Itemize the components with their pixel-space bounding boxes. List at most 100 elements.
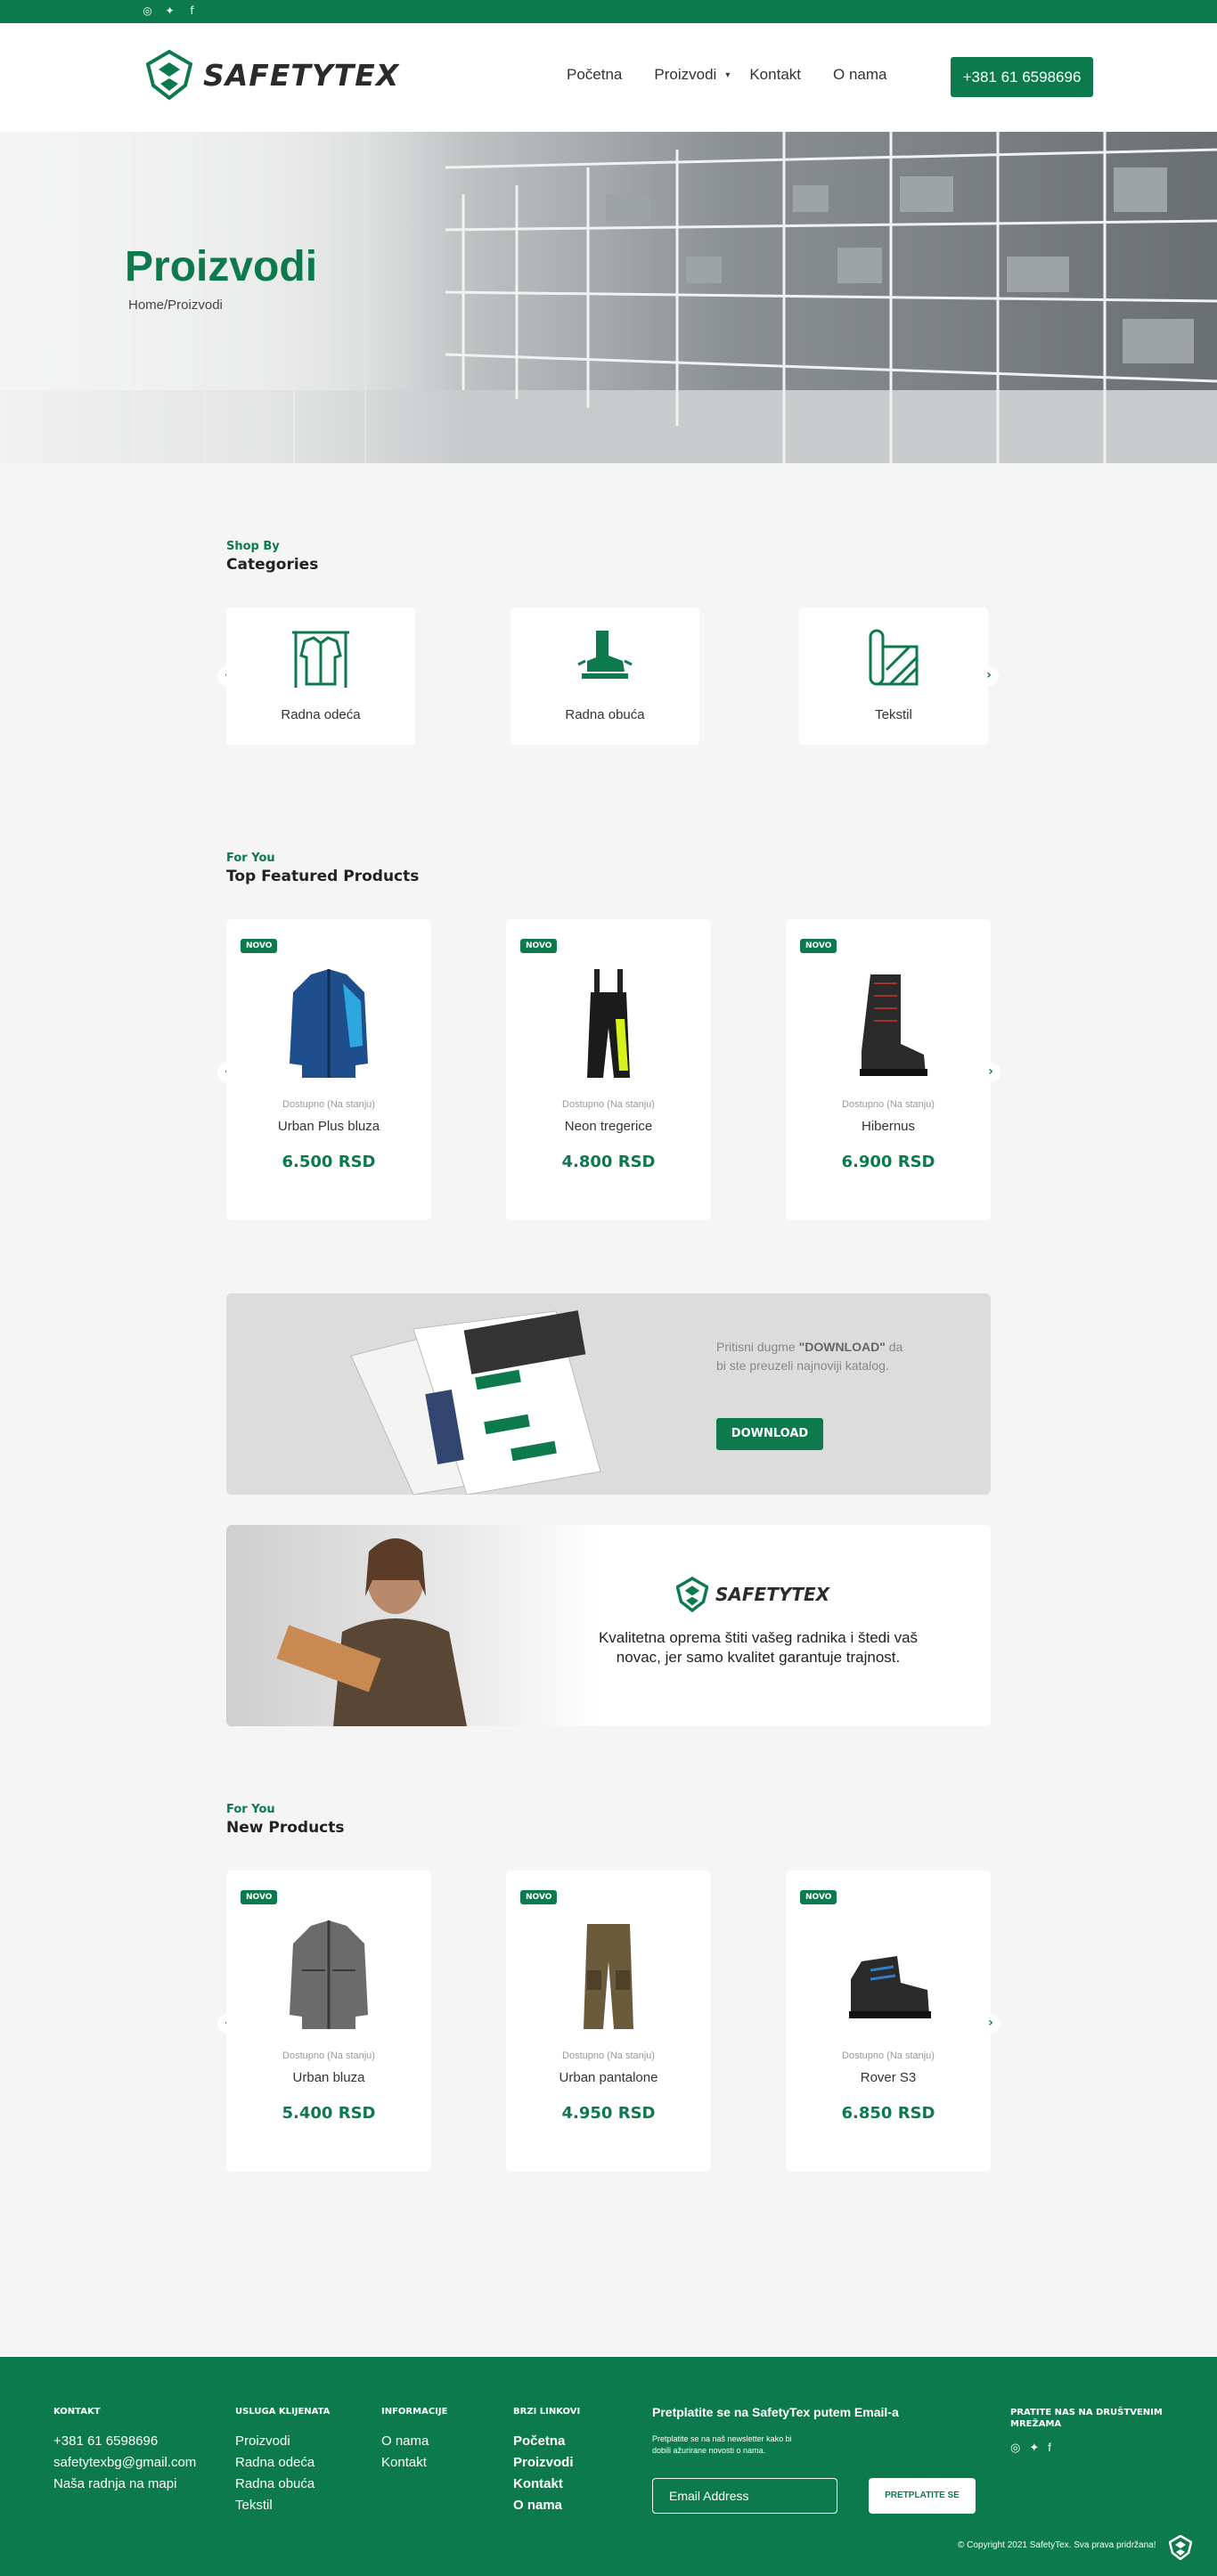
facebook-icon[interactable]: f xyxy=(185,4,199,18)
nav-o-nama[interactable]: O nama xyxy=(833,66,886,84)
new-products-title: New Products xyxy=(226,1819,345,1837)
nav-kontakt[interactable]: Kontakt xyxy=(749,66,801,84)
facebook-icon[interactable]: f xyxy=(1048,2441,1051,2455)
footer-link[interactable]: Početna xyxy=(513,2431,580,2452)
top-bar: ◎ ✦ f xyxy=(0,0,1217,23)
footer-link[interactable]: Radna odeća xyxy=(235,2452,330,2474)
stock-status: Dostupno (Na stanju) xyxy=(842,2050,935,2061)
twitter-icon[interactable]: ✦ xyxy=(163,4,176,18)
footer-link[interactable]: O nama xyxy=(381,2431,447,2452)
product-price: 6.900 RSD xyxy=(841,1153,935,1171)
worker-image xyxy=(276,1538,467,1726)
new-badge: NOVO xyxy=(520,939,558,953)
category-card-radna-odeca[interactable]: Radna odeća xyxy=(226,607,415,745)
footer-email[interactable]: safetytexbg@gmail.com xyxy=(53,2452,196,2474)
catalog-download-banner: Pritisni dugme "DOWNLOAD" da bi ste preu… xyxy=(226,1293,991,1495)
category-label: Radna obuća xyxy=(565,707,645,722)
footer-heading: BRZI LINKOVI xyxy=(513,2407,581,2417)
product-price: 4.950 RSD xyxy=(561,2104,656,2123)
product-price: 6.500 RSD xyxy=(282,1153,376,1171)
product-name[interactable]: Rover S3 xyxy=(786,2070,991,2085)
featured-next-arrow[interactable]: › xyxy=(981,1063,1001,1082)
instagram-icon[interactable]: ◎ xyxy=(1010,2441,1020,2455)
promo-logo: SAFETYTEX xyxy=(676,1577,829,1612)
categories-kicker: Shop By xyxy=(226,540,280,553)
category-card-radna-obuca[interactable]: Radna obuća xyxy=(510,607,699,745)
new-products-next-arrow[interactable]: › xyxy=(981,2014,1001,2034)
site-logo[interactable]: SAFETYTEX xyxy=(146,50,399,100)
product-card[interactable]: NOVO Dostupno (Na stanju) Urban Plus blu… xyxy=(226,919,431,1220)
categories-next-arrow[interactable]: › xyxy=(979,666,999,686)
hero-banner: Proizvodi Home/Proizvodi xyxy=(0,132,1217,463)
safety-shoe-image xyxy=(849,1956,931,2018)
category-card-tekstil[interactable]: Tekstil xyxy=(799,607,988,745)
footer-link[interactable]: O nama xyxy=(513,2495,580,2516)
chevron-down-icon[interactable]: ▾ xyxy=(725,70,730,80)
footer-link[interactable]: Proizvodi xyxy=(513,2452,580,2474)
footer-link[interactable]: Tekstil xyxy=(235,2495,330,2516)
subscribe-button[interactable]: PRETPLATITE SE xyxy=(869,2478,976,2514)
footer-link[interactable]: Kontakt xyxy=(381,2452,447,2474)
new-badge: NOVO xyxy=(241,1890,278,1904)
footer-social-links: ◎ ✦ f xyxy=(1010,2441,1051,2455)
footer-kontakt: KONTAKT +381 61 6598696 safetytexbg@gmai… xyxy=(53,2407,196,2495)
nav-proizvodi[interactable]: Proizvodi xyxy=(654,66,716,84)
product-name[interactable]: Urban pantalone xyxy=(506,2070,711,2085)
product-card[interactable]: NOVO Dostupno (Na stanju) Urban bluza 5.… xyxy=(226,1871,431,2172)
newsletter-email-input[interactable] xyxy=(652,2478,837,2514)
product-name[interactable]: Urban bluza xyxy=(226,2070,431,2085)
footer-heading: USLUGA KLIJENATA xyxy=(235,2407,331,2417)
main-nav: Početna Proizvodi ▾ Kontakt O nama xyxy=(567,66,919,84)
stock-status: Dostupno (Na stanju) xyxy=(562,2050,655,2061)
product-name[interactable]: Urban Plus bluza xyxy=(226,1119,431,1134)
product-name[interactable]: Hibernus xyxy=(786,1119,991,1134)
site-header: SAFETYTEX Početna Proizvodi ▾ Kontakt O … xyxy=(0,23,1217,132)
product-name[interactable]: Neon tregerice xyxy=(506,1119,711,1134)
featured-kicker: For You xyxy=(226,852,275,865)
catalog-image xyxy=(350,1310,601,1495)
safetytex-logo-icon xyxy=(676,1577,708,1612)
phone-button[interactable]: +381 61 6598696 xyxy=(951,57,1093,97)
new-badge: NOVO xyxy=(520,1890,558,1904)
copyright: © Copyright 2021 SafetyTex. Sva prava pr… xyxy=(958,2540,1156,2550)
product-price: 5.400 RSD xyxy=(282,2104,376,2123)
category-label: Radna odeća xyxy=(281,707,361,722)
footer-map-link[interactable]: Naša radnja na mapi xyxy=(53,2474,196,2495)
promo-text: Kvalitetna oprema štiti vašeg radnika i … xyxy=(598,1629,919,1666)
product-price: 6.850 RSD xyxy=(841,2104,935,2123)
twitter-icon[interactable]: ✦ xyxy=(1029,2441,1039,2455)
product-card[interactable]: NOVO Dostupno (Na stanju) Hibernus 6.900… xyxy=(786,919,991,1220)
fabric-roll-icon xyxy=(869,629,919,686)
safetytex-logo-icon xyxy=(146,50,192,100)
stock-status: Dostupno (Na stanju) xyxy=(282,2050,375,2061)
boot-icon xyxy=(577,631,633,679)
new-badge: NOVO xyxy=(800,1890,837,1904)
safetytex-logo-icon xyxy=(1169,2535,1192,2560)
product-card[interactable]: NOVO Dostupno (Na stanju) Urban pantalon… xyxy=(506,1871,711,2172)
product-price: 4.800 RSD xyxy=(561,1153,656,1171)
clothes-rack-icon xyxy=(292,631,349,688)
category-label: Tekstil xyxy=(875,707,912,722)
footer-phone[interactable]: +381 61 6598696 xyxy=(53,2431,196,2452)
product-card[interactable]: NOVO Dostupno (Na stanju) Rover S3 6.850… xyxy=(786,1871,991,2172)
footer-link[interactable]: Radna obuća xyxy=(235,2474,330,2495)
nav-pocetna[interactable]: Početna xyxy=(567,66,622,84)
download-button[interactable]: DOWNLOAD xyxy=(716,1418,823,1450)
breadcrumb[interactable]: Home/Proizvodi xyxy=(128,298,223,313)
footer-link[interactable]: Kontakt xyxy=(513,2474,580,2495)
footer-usluga: USLUGA KLIJENATA Proizvodi Radna odeća R… xyxy=(235,2407,330,2516)
footer-brzi-linkovi: BRZI LINKOVI Početna Proizvodi Kontakt O… xyxy=(513,2407,580,2516)
featured-title: Top Featured Products xyxy=(226,868,420,885)
footer-link[interactable]: Proizvodi xyxy=(235,2431,330,2452)
product-card[interactable]: NOVO Dostupno (Na stanju) Neon tregerice… xyxy=(506,919,711,1220)
instagram-icon[interactable]: ◎ xyxy=(141,4,154,18)
stock-status: Dostupno (Na stanju) xyxy=(282,1099,375,1110)
jacket-image xyxy=(290,969,368,1078)
footer-heading: INFORMACIJE xyxy=(381,2407,448,2417)
new-products-kicker: For You xyxy=(226,1803,275,1816)
trousers-image xyxy=(584,1924,633,2029)
newsletter-subtitle: Pretplatite se na naš newsletter kako bi… xyxy=(652,2434,792,2455)
newsletter-title: Pretplatite se na SafetyTex putem Email-… xyxy=(652,2405,899,2419)
new-badge: NOVO xyxy=(241,939,278,953)
bib-trousers-image xyxy=(587,969,630,1078)
